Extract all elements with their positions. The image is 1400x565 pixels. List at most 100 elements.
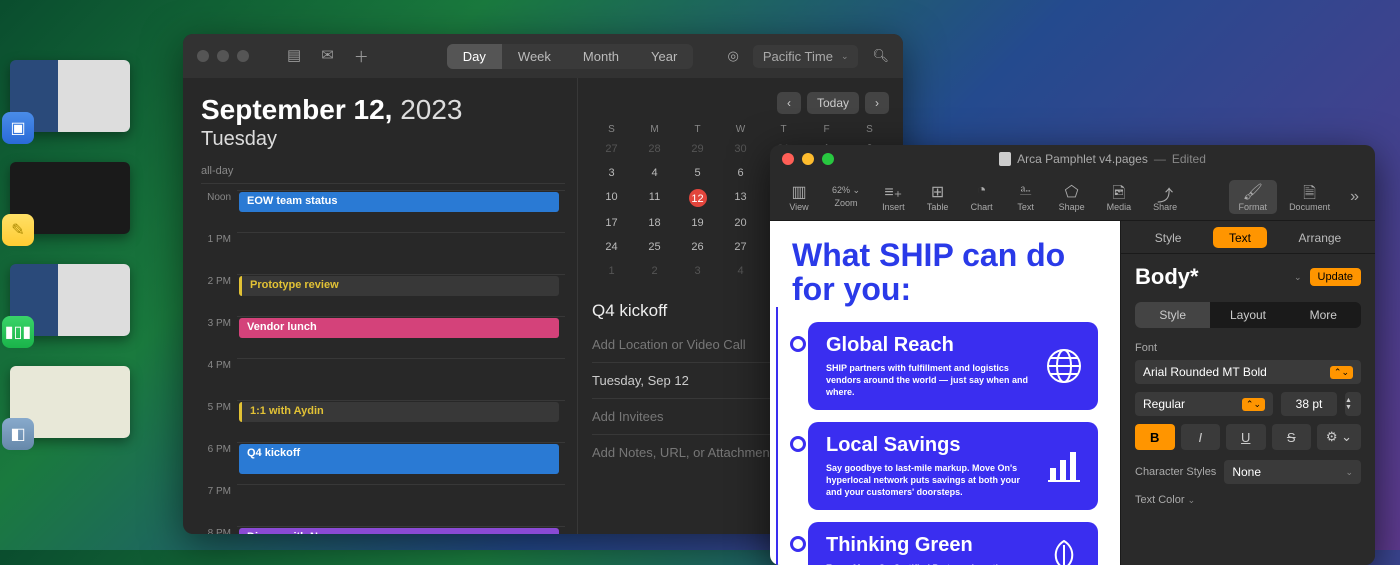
mini-cal-day[interactable]: 4 bbox=[721, 263, 760, 279]
mini-cal-day[interactable]: 3 bbox=[678, 263, 717, 279]
availability-icon[interactable]: ◎ bbox=[728, 48, 739, 64]
mini-cal-day[interactable]: 6 bbox=[721, 165, 760, 181]
doc-headline[interactable]: What SHIP can do for you: bbox=[792, 239, 1098, 306]
mini-cal-day[interactable]: 20 bbox=[721, 215, 760, 231]
media-button[interactable]: 🖻Media bbox=[1097, 180, 1142, 214]
font-family-dropdown[interactable]: Arial Rounded MT Bold⌃⌄ bbox=[1135, 360, 1361, 384]
hour-label: 1 PM bbox=[201, 232, 237, 245]
hour-slot[interactable]: EOW team status bbox=[237, 190, 565, 232]
allday-label: all-day bbox=[201, 165, 565, 184]
update-style-button[interactable]: Update bbox=[1310, 268, 1361, 286]
document-title[interactable]: Arca Pamphlet v4.pages — Edited bbox=[999, 152, 1206, 166]
mini-cal-day[interactable]: 1 bbox=[592, 263, 631, 279]
mini-cal-day[interactable]: 18 bbox=[635, 215, 674, 231]
mini-cal-day[interactable]: 5 bbox=[678, 165, 717, 181]
calendar-event[interactable]: Dinner with Nura bbox=[239, 528, 559, 534]
doc-card[interactable]: Global ReachSHIP partners with fulfillme… bbox=[808, 322, 1098, 410]
zoom-dropdown[interactable]: 62% ⌄Zoom bbox=[822, 183, 870, 210]
thumbnail-notes[interactable]: ✎ bbox=[10, 162, 130, 234]
strikethrough-button[interactable]: S bbox=[1272, 424, 1312, 450]
mini-cal-day[interactable]: 17 bbox=[592, 215, 631, 231]
mini-cal-day[interactable]: 11 bbox=[635, 189, 674, 207]
current-day-name: Tuesday bbox=[201, 128, 565, 151]
mini-cal-day[interactable]: 29 bbox=[678, 141, 717, 157]
seg-more[interactable]: More bbox=[1286, 302, 1361, 328]
mini-cal-day[interactable]: 26 bbox=[678, 239, 717, 255]
mini-cal-day[interactable]: 28 bbox=[635, 141, 674, 157]
table-button[interactable]: ⊞Table bbox=[917, 180, 959, 214]
seg-layout[interactable]: Layout bbox=[1210, 302, 1285, 328]
bold-button[interactable]: B bbox=[1135, 424, 1175, 450]
view-day[interactable]: Day bbox=[447, 44, 502, 69]
italic-button[interactable]: I bbox=[1181, 424, 1221, 450]
next-day-button[interactable]: › bbox=[865, 92, 889, 114]
text-button[interactable]: ⎁Text bbox=[1005, 180, 1047, 214]
paragraph-style-dropdown[interactable]: Body* bbox=[1135, 264, 1286, 290]
calendar-event[interactable]: Q4 kickoff bbox=[239, 444, 559, 474]
mini-cal-day[interactable]: 27 bbox=[721, 239, 760, 255]
timezone-dropdown[interactable]: Pacific Time⌄ bbox=[753, 45, 859, 68]
view-button[interactable]: ▥View bbox=[778, 180, 820, 214]
traffic-lights[interactable] bbox=[782, 153, 834, 165]
hour-slot[interactable]: Prototype review bbox=[237, 274, 565, 316]
doc-card[interactable]: Thinking GreenEvery Move On Certified Pa… bbox=[808, 522, 1098, 565]
calendars-icon[interactable]: ▤ bbox=[287, 46, 301, 67]
add-event-icon[interactable]: ＋ bbox=[354, 46, 369, 67]
thumbnail-keynote[interactable]: ▣ bbox=[10, 60, 130, 132]
font-size-input[interactable] bbox=[1281, 392, 1337, 416]
char-styles-dropdown[interactable]: None⌄ bbox=[1224, 460, 1361, 484]
share-button[interactable]: ⤴Share bbox=[1143, 180, 1187, 214]
hour-slot[interactable] bbox=[237, 484, 565, 526]
tab-arrange[interactable]: Arrange bbox=[1287, 227, 1354, 253]
view-segmented-control[interactable]: Day Week Month Year bbox=[447, 44, 694, 69]
view-month[interactable]: Month bbox=[567, 44, 635, 69]
inspector-tabs[interactable]: Style Text Arrange bbox=[1121, 221, 1375, 254]
calendar-event[interactable]: Prototype review bbox=[239, 276, 559, 296]
mini-cal-day[interactable]: 12 bbox=[689, 189, 707, 207]
document-canvas[interactable]: What SHIP can do for you: Global ReachSH… bbox=[770, 221, 1120, 565]
prev-day-button[interactable]: ‹ bbox=[777, 92, 801, 114]
tab-style[interactable]: Style bbox=[1143, 227, 1194, 253]
insert-button[interactable]: ≡₊Insert bbox=[872, 180, 915, 214]
document-button[interactable]: 🗎Document bbox=[1279, 180, 1340, 214]
hour-slot[interactable]: Vendor lunch bbox=[237, 316, 565, 358]
calendar-event[interactable]: 1:1 with Aydin bbox=[239, 402, 559, 422]
tab-text[interactable]: Text bbox=[1213, 227, 1267, 248]
doc-card[interactable]: Local SavingsSay goodbye to last-mile ma… bbox=[808, 422, 1098, 510]
mini-cal-day[interactable]: 19 bbox=[678, 215, 717, 231]
mini-cal-day[interactable]: 10 bbox=[592, 189, 631, 207]
more-icon[interactable]: » bbox=[1342, 188, 1367, 206]
mini-cal-day[interactable]: 4 bbox=[635, 165, 674, 181]
traffic-lights[interactable] bbox=[197, 50, 249, 62]
today-button[interactable]: Today bbox=[807, 92, 859, 114]
mini-cal-day[interactable]: 25 bbox=[635, 239, 674, 255]
view-week[interactable]: Week bbox=[502, 44, 567, 69]
hour-slot[interactable] bbox=[237, 358, 565, 400]
calendar-event[interactable]: Vendor lunch bbox=[239, 318, 559, 338]
underline-button[interactable]: U bbox=[1226, 424, 1266, 450]
hour-slot[interactable] bbox=[237, 232, 565, 274]
view-year[interactable]: Year bbox=[635, 44, 693, 69]
hour-slot[interactable]: Dinner with Nura bbox=[237, 526, 565, 534]
mini-cal-day[interactable]: 13 bbox=[721, 189, 760, 207]
format-button[interactable]: 🖌Format bbox=[1229, 180, 1278, 214]
hour-slot[interactable]: Q4 kickoff bbox=[237, 442, 565, 484]
chart-button[interactable]: ◔Chart bbox=[961, 180, 1003, 214]
mini-cal-day[interactable]: 24 bbox=[592, 239, 631, 255]
mini-cal-day[interactable]: 3 bbox=[592, 165, 631, 181]
mini-cal-day[interactable]: 2 bbox=[635, 263, 674, 279]
thumbnail-preview[interactable]: ◧ bbox=[10, 366, 130, 438]
seg-style[interactable]: Style bbox=[1135, 302, 1210, 328]
text-options-button[interactable]: ⚙ ⌄ bbox=[1317, 424, 1361, 450]
mini-cal-day[interactable]: 27 bbox=[592, 141, 631, 157]
shape-button[interactable]: ⬠Shape bbox=[1049, 180, 1095, 214]
search-icon[interactable]: 🔍︎ bbox=[872, 48, 889, 64]
calendar-event[interactable]: EOW team status bbox=[239, 192, 559, 212]
inbox-icon[interactable]: ✉ bbox=[321, 46, 334, 67]
mini-cal-day[interactable]: 30 bbox=[721, 141, 760, 157]
thumbnail-numbers[interactable]: ▮▯▮ bbox=[10, 264, 130, 336]
font-size-stepper[interactable]: ▲▼ bbox=[1345, 392, 1361, 416]
text-segmented-control[interactable]: Style Layout More bbox=[1135, 302, 1361, 328]
font-weight-dropdown[interactable]: Regular⌃⌄ bbox=[1135, 392, 1273, 416]
hour-slot[interactable]: 1:1 with Aydin bbox=[237, 400, 565, 442]
